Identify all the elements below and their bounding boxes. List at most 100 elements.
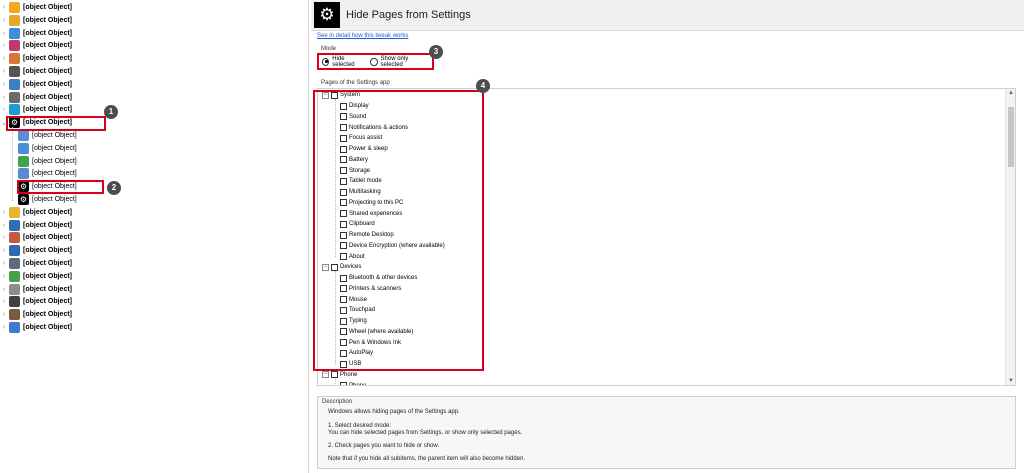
chevron-right-icon[interactable]: › [0, 94, 8, 101]
pages-scrollbar[interactable]: ▲ ▼ [1005, 89, 1015, 385]
callout-badge-2: 2 [107, 181, 121, 195]
tree-item-file-explorer[interactable]: › [object Object] [0, 206, 72, 219]
checkbox[interactable] [331, 371, 338, 379]
tree-item-get-classic-apps[interactable]: › [object Object] [0, 321, 72, 334]
tree-item-label: [object Object] [32, 132, 77, 139]
mode-radio-group: Hide selected Show only selected [317, 53, 434, 70]
tree-item-label: [object Object] [23, 42, 73, 50]
radio-hide-selected[interactable] [322, 57, 330, 66]
chevron-right-icon[interactable]: › [0, 311, 8, 318]
tree-item-context-menu[interactable]: › [object Object] [0, 91, 72, 104]
chevron-right-icon[interactable]: › [0, 81, 8, 88]
chevron-right-icon[interactable]: › [0, 17, 8, 24]
tree-connector [12, 127, 13, 201]
description-line: You can hide selected pages from Setting… [328, 430, 523, 436]
users-icon [18, 130, 29, 141]
chevron-right-icon[interactable]: › [0, 55, 8, 62]
checkbox[interactable] [340, 382, 347, 385]
tree-item-label: [object Object] [23, 298, 73, 306]
context-menu-icon [9, 91, 20, 103]
tree-item-label: [object Object] [32, 196, 77, 203]
scroll-up-icon[interactable]: ▲ [1006, 90, 1015, 96]
chevron-right-icon[interactable]: › [0, 42, 8, 49]
palette-gear-icon [9, 40, 20, 52]
privacy-icon [9, 283, 20, 295]
tree-item-add-personalization[interactable]: [object Object] [17, 142, 77, 155]
chevron-right-icon[interactable]: › [0, 247, 8, 254]
tree-item-bookmarks[interactable]: › [object Object] [0, 14, 72, 27]
highlight-settings-and-control-panel [6, 116, 106, 131]
tree-item-label: [object Object] [23, 29, 73, 37]
page-title: Hide Pages from Settings [346, 9, 471, 21]
chevron-right-icon[interactable]: › [0, 4, 8, 11]
tree-item-label: [object Object] [23, 16, 73, 24]
chevron-right-icon[interactable]: › [0, 286, 8, 293]
gear-icon: ⚙ [314, 2, 340, 28]
chevron-right-icon[interactable]: › [0, 260, 8, 267]
description-line: Windows allows hiding pages of the Setti… [328, 409, 460, 415]
radio-hide-selected-label[interactable]: Hide selected [332, 56, 364, 68]
chevron-right-icon[interactable]: › [0, 106, 8, 113]
tree-item-windows-defender[interactable]: › [object Object] [0, 244, 72, 257]
radio-show-only-selected-label[interactable]: Show only selected [381, 56, 426, 68]
page-item-phone[interactable]: Phone [340, 380, 367, 386]
tree-item-label: [object Object] [23, 221, 73, 229]
chevron-right-icon[interactable]: › [0, 298, 8, 305]
desktop-icon [9, 78, 20, 90]
tree-item-desktop-and-taskbar[interactable]: › [object Object] [0, 78, 72, 91]
tree-item-label: [object Object] [23, 93, 73, 101]
tree-item-user-accounts[interactable]: › [object Object] [0, 231, 72, 244]
tree-item-advanced-appearance-settings[interactable]: › [object Object] [0, 39, 72, 52]
chevron-right-icon[interactable]: › [0, 234, 8, 241]
tree-item-appearance[interactable]: › [object Object] [0, 27, 72, 40]
tree-item-disable-online-video-tips-in-settings[interactable]: [object Object] [17, 167, 77, 180]
shortcut-icon [9, 296, 20, 308]
radio-show-only-selected[interactable] [370, 57, 378, 66]
tree-connector [335, 378, 336, 385]
tree-item-windows-apps[interactable]: › [object Object] [0, 257, 72, 270]
tree-item-add-windows-update[interactable]: [object Object] [17, 155, 77, 168]
home-icon [9, 2, 20, 13]
page-group-phone[interactable]: − Phone [322, 370, 357, 381]
tree-item-label: [object Object] [23, 208, 73, 216]
personalization-icon [18, 142, 29, 154]
chevron-right-icon[interactable]: › [0, 209, 8, 216]
description-line: 2. Check pages you want to hide or show. [328, 443, 440, 449]
tree-item-shortcuts[interactable]: › [object Object] [0, 295, 72, 308]
chevron-right-icon[interactable]: › [0, 273, 8, 280]
description-line: Note that if you hide all subitems, the … [328, 456, 526, 462]
update-icon [18, 155, 29, 167]
description-line: 1. Select desired mode: [328, 423, 392, 429]
tree-item-boot-and-logon[interactable]: › [object Object] [0, 65, 72, 78]
page-group-label: Phone [340, 371, 358, 378]
scroll-down-icon[interactable]: ▼ [1006, 378, 1015, 384]
description-box: Description Windows allows hiding pages … [317, 396, 1016, 469]
tree-item-insider-page[interactable]: ⚙ [object Object] [17, 193, 77, 206]
tree-item-home[interactable]: › [object Object] [0, 1, 72, 14]
details-link[interactable]: See in detail how this tweak works [317, 33, 408, 39]
tree-item-label: [object Object] [23, 324, 73, 331]
tree-item-label: [object Object] [23, 106, 73, 114]
chevron-right-icon[interactable]: › [0, 222, 8, 229]
tools-icon [9, 309, 20, 321]
scroll-thumb[interactable] [1008, 107, 1014, 167]
collapse-icon[interactable]: − [322, 371, 329, 379]
tree-item-behavior[interactable]: › [object Object] [0, 52, 72, 65]
highlight-pages-list [313, 90, 484, 371]
tree-item-microsoft-edge[interactable]: › [object Object] [0, 103, 72, 116]
chevron-right-icon[interactable]: › [0, 68, 8, 75]
tree-item-power-and-battery[interactable]: › [object Object] [0, 270, 72, 283]
tree-item-privacy[interactable]: › [object Object] [0, 283, 72, 296]
tree-item-network[interactable]: › [object Object] [0, 219, 72, 232]
callout-badge-4: 4 [476, 79, 490, 93]
chevron-right-icon[interactable]: › [0, 324, 8, 331]
tree-item-tools[interactable]: › [object Object] [0, 308, 72, 321]
tree-item-label: [object Object] [32, 157, 77, 165]
folder-icon [9, 206, 20, 218]
tree-item-label: [object Object] [23, 68, 73, 75]
apps-icon [9, 258, 20, 269]
chevron-right-icon[interactable]: › [0, 30, 8, 37]
tree-item-label: [object Object] [23, 260, 73, 267]
page-item-label: Phone [349, 382, 367, 386]
star-icon [9, 14, 20, 26]
